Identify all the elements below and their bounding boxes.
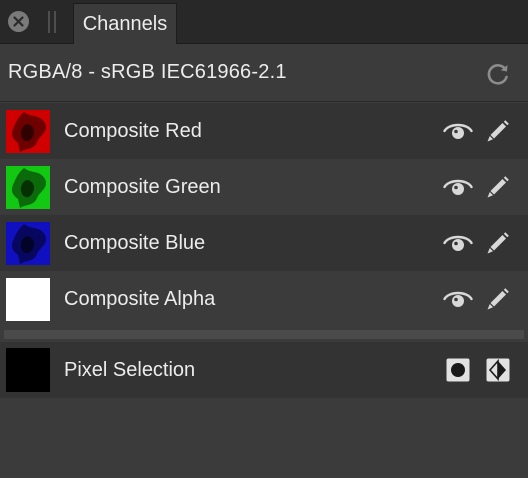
pencil-icon[interactable] bbox=[485, 286, 511, 312]
pixel-selection-row[interactable]: Pixel Selection bbox=[0, 342, 528, 398]
close-icon bbox=[13, 16, 24, 27]
pencil-icon[interactable] bbox=[485, 230, 511, 256]
channel-label-alpha: Composite Alpha bbox=[64, 288, 216, 310]
pixel-selection-label: Pixel Selection bbox=[64, 359, 196, 381]
panel-tab-bar: Channels bbox=[0, 0, 528, 44]
channel-thumbnail-green bbox=[6, 166, 50, 209]
eye-icon[interactable] bbox=[443, 288, 473, 310]
tab-channels[interactable]: Channels bbox=[73, 3, 177, 44]
eye-icon[interactable] bbox=[443, 232, 473, 254]
eye-icon[interactable] bbox=[443, 176, 473, 198]
channel-label-red: Composite Red bbox=[64, 120, 202, 142]
channel-row-alpha[interactable]: Composite Alpha bbox=[0, 271, 528, 327]
section-divider bbox=[4, 330, 524, 339]
pencil-icon[interactable] bbox=[485, 118, 511, 144]
empty-panel-area bbox=[0, 398, 528, 478]
channel-row-red[interactable]: Composite Red bbox=[0, 103, 528, 159]
close-panel-button[interactable] bbox=[8, 11, 29, 32]
color-profile-header: RGBA/8 - sRGB IEC61966-2.1 bbox=[0, 44, 528, 102]
pixel-selection-thumbnail bbox=[6, 348, 50, 392]
invert-selection-icon[interactable] bbox=[486, 358, 510, 382]
channel-thumbnail-red bbox=[6, 110, 50, 153]
channel-label-blue: Composite Blue bbox=[64, 232, 206, 254]
channel-row-blue[interactable]: Composite Blue bbox=[0, 215, 528, 271]
drag-grip-handle[interactable] bbox=[48, 11, 56, 33]
channel-thumbnail-blue bbox=[6, 222, 50, 265]
selection-to-mask-icon[interactable] bbox=[446, 358, 470, 382]
channel-row-green[interactable]: Composite Green bbox=[0, 159, 528, 215]
channels-panel: Channels RGBA/8 - sRGB IEC61966-2.1 Comp… bbox=[0, 0, 528, 478]
channel-label-green: Composite Green bbox=[64, 176, 221, 198]
channel-thumbnail-alpha bbox=[6, 278, 50, 321]
color-profile-label: RGBA/8 - sRGB IEC61966-2.1 bbox=[8, 61, 287, 83]
eye-icon[interactable] bbox=[443, 120, 473, 142]
refresh-icon[interactable] bbox=[485, 61, 511, 87]
pencil-icon[interactable] bbox=[485, 174, 511, 200]
channel-list: Composite Red Composite Green Composite … bbox=[0, 103, 528, 327]
